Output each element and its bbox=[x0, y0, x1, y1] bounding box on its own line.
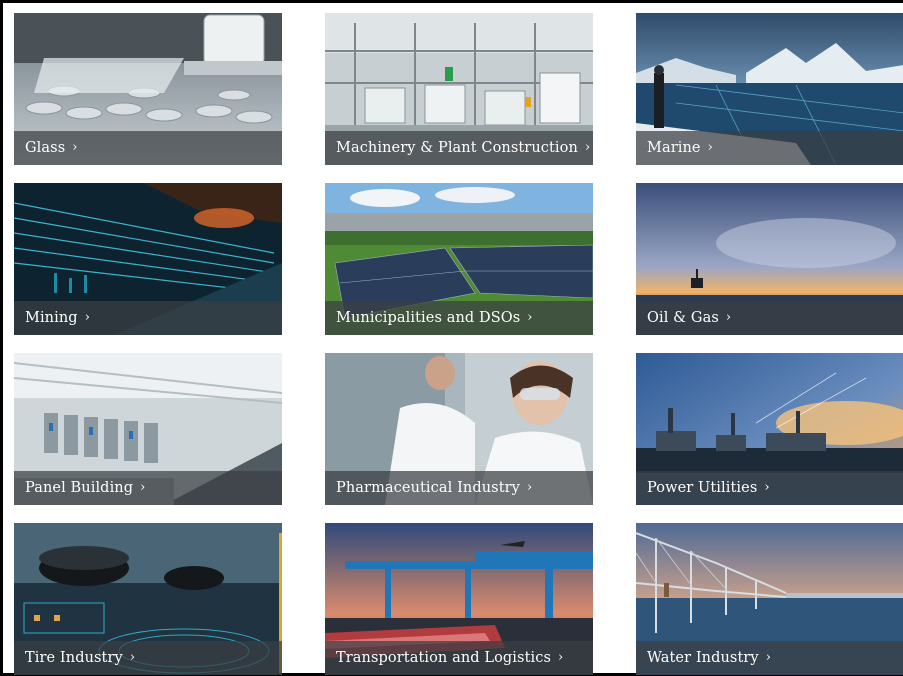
tile-caption: Machinery & Plant Construction › bbox=[325, 131, 593, 165]
tile-label: Power Utilities bbox=[647, 480, 758, 496]
chevron-right-icon: › bbox=[764, 480, 770, 495]
tile-caption: Panel Building › bbox=[14, 471, 282, 505]
tile-caption: Municipalities and DSOs › bbox=[325, 301, 593, 335]
chevron-right-icon: › bbox=[707, 140, 713, 155]
chevron-right-icon: › bbox=[129, 650, 136, 665]
tile-label: Pharmaceutical Industry bbox=[336, 480, 520, 496]
tile-caption: Marine › bbox=[636, 131, 903, 165]
chevron-right-icon: › bbox=[527, 310, 533, 325]
chevron-right-icon: › bbox=[765, 650, 772, 665]
industry-tile-machinery[interactable]: Machinery & Plant Construction › bbox=[325, 13, 593, 165]
industry-tile-pharmaceutical[interactable]: Pharmaceutical Industry › bbox=[325, 353, 593, 505]
tile-label: Oil & Gas bbox=[647, 310, 719, 326]
chevron-right-icon: › bbox=[526, 480, 533, 495]
tile-label: Mining bbox=[25, 310, 78, 326]
tile-caption: Water Industry › bbox=[636, 641, 903, 675]
tile-label: Transportation and Logistics bbox=[336, 650, 552, 666]
industry-tile-glass[interactable]: Glass › bbox=[14, 13, 282, 165]
industry-tile-tire[interactable]: Tire Industry › bbox=[14, 523, 282, 675]
tile-caption: Power Utilities › bbox=[636, 471, 903, 505]
tile-label: Marine bbox=[647, 140, 701, 156]
tile-caption: Tire Industry › bbox=[14, 641, 282, 675]
tile-label: Municipalities and DSOs bbox=[336, 310, 521, 326]
industry-tile-transportation[interactable]: Transportation and Logistics › bbox=[325, 523, 593, 675]
chevron-right-icon: › bbox=[72, 140, 78, 155]
industry-tile-panel-building[interactable]: Panel Building › bbox=[14, 353, 282, 505]
industry-tile-power-utilities[interactable]: Power Utilities › bbox=[636, 353, 903, 505]
tile-label: Water Industry bbox=[647, 650, 759, 666]
tile-label: Panel Building bbox=[25, 480, 134, 496]
chevron-right-icon: › bbox=[140, 480, 146, 495]
industry-tile-water[interactable]: Water Industry › bbox=[636, 523, 903, 675]
tile-caption: Transportation and Logistics › bbox=[325, 641, 593, 675]
industry-tile-marine[interactable]: Marine › bbox=[636, 13, 903, 165]
tile-label: Machinery & Plant Construction bbox=[336, 140, 578, 156]
tile-caption: Oil & Gas › bbox=[636, 301, 903, 335]
chevron-right-icon: › bbox=[558, 650, 564, 665]
page-frame: Glass › Machinery & Plant Construction ›… bbox=[0, 0, 903, 676]
tile-label: Tire Industry bbox=[25, 650, 123, 666]
chevron-right-icon: › bbox=[84, 310, 90, 325]
chevron-right-icon: › bbox=[584, 140, 591, 155]
industry-tile-mining[interactable]: Mining › bbox=[14, 183, 282, 335]
industry-tile-municipalities[interactable]: Municipalities and DSOs › bbox=[325, 183, 593, 335]
tile-caption: Glass › bbox=[14, 131, 282, 165]
tile-label: Glass bbox=[25, 140, 66, 156]
industry-tile-oil-gas[interactable]: Oil & Gas › bbox=[636, 183, 903, 335]
tile-caption: Mining › bbox=[14, 301, 282, 335]
tile-caption: Pharmaceutical Industry › bbox=[325, 471, 593, 505]
chevron-right-icon: › bbox=[725, 310, 732, 325]
